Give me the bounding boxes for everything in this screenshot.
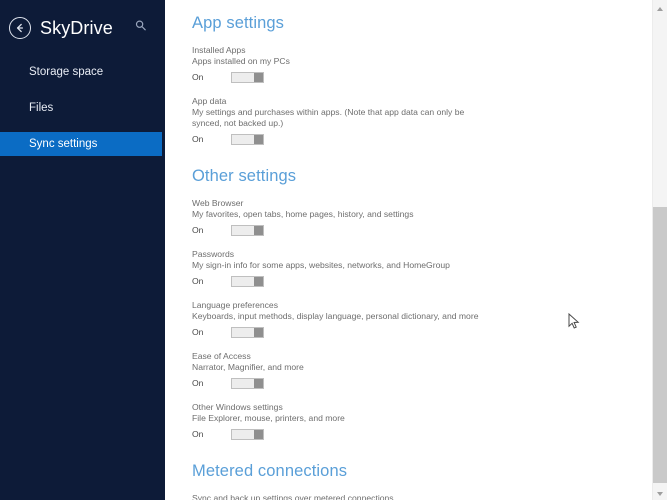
toggle-state-label: On xyxy=(192,327,204,337)
toggle-web-browser[interactable] xyxy=(231,225,264,236)
app-title: SkyDrive xyxy=(40,17,113,38)
toggle-passwords[interactable] xyxy=(231,276,264,287)
scroll-down-button[interactable] xyxy=(653,485,667,500)
setting-language-preferences: Language preferences Keyboards, input me… xyxy=(192,300,492,338)
toggle-app-data[interactable] xyxy=(231,134,264,145)
toggle-knob xyxy=(254,135,263,144)
scrollbar-thumb[interactable] xyxy=(653,207,667,483)
toggle-state-label: On xyxy=(192,429,204,439)
scroll-up-arrow-icon xyxy=(656,0,664,17)
sidebar-header: SkyDrive xyxy=(0,0,162,56)
setting-description: Keyboards, input methods, display langua… xyxy=(192,311,479,321)
toggle-row: On xyxy=(192,225,492,236)
toggle-state-label: On xyxy=(192,276,204,286)
toggle-row: On xyxy=(192,327,492,338)
setting-other-windows-settings: Other Windows settings File Explorer, mo… xyxy=(192,402,492,440)
toggle-knob xyxy=(254,277,263,286)
setting-description: My sign-in info for some apps, websites,… xyxy=(192,260,450,270)
setting-installed-apps: Installed Apps Apps installed on my PCs … xyxy=(192,45,492,83)
toggle-state-label: On xyxy=(192,72,204,82)
toggle-row: On xyxy=(192,378,492,389)
toggle-row: On xyxy=(192,429,492,440)
section-title-metered-connections: Metered connections xyxy=(192,462,348,480)
search-icon xyxy=(134,19,148,38)
setting-name: Other Windows settings xyxy=(192,402,283,412)
sidebar: SkyDrive Storage space Files Sync settin… xyxy=(0,0,162,500)
sidebar-item-files[interactable]: Files xyxy=(0,96,162,120)
setting-description: Apps installed on my PCs xyxy=(192,56,290,66)
scroll-up-button[interactable] xyxy=(653,0,667,15)
toggle-installed-apps[interactable] xyxy=(231,72,264,83)
toggle-language-preferences[interactable] xyxy=(231,327,264,338)
sidebar-item-label: Files xyxy=(29,102,54,114)
setting-name: Sync and back up settings over metered c… xyxy=(192,493,394,500)
sidebar-item-label: Storage space xyxy=(29,66,104,78)
back-arrow-icon xyxy=(14,22,26,34)
setting-name: App data xyxy=(192,96,227,106)
setting-ease-of-access: Ease of Access Narrator, Magnifier, and … xyxy=(192,351,492,389)
back-button[interactable] xyxy=(9,17,31,39)
sidebar-nav: Storage space Files Sync settings xyxy=(0,60,162,156)
sidebar-item-label: Sync settings xyxy=(29,138,98,150)
setting-web-browser: Web Browser My favorites, open tabs, hom… xyxy=(192,198,492,236)
section-title-app-settings: App settings xyxy=(192,14,285,32)
sidebar-item-storage-space[interactable]: Storage space xyxy=(0,60,162,84)
section-title-other-settings: Other settings xyxy=(192,167,297,185)
toggle-state-label: On xyxy=(192,225,204,235)
toggle-state-label: On xyxy=(192,134,204,144)
toggle-other-windows-settings[interactable] xyxy=(231,429,264,440)
toggle-knob xyxy=(254,226,263,235)
skydrive-sync-settings-screen: SkyDrive Storage space Files Sync settin… xyxy=(0,0,667,500)
setting-description: My settings and purchases within apps. (… xyxy=(192,107,465,128)
setting-name: Installed Apps xyxy=(192,45,246,55)
setting-name: Language preferences xyxy=(192,300,279,310)
toggle-row: On xyxy=(192,72,492,83)
setting-description: File Explorer, mouse, printers, and more xyxy=(192,413,345,423)
setting-name: Web Browser xyxy=(192,198,244,208)
setting-description: My favorites, open tabs, home pages, his… xyxy=(192,209,414,219)
settings-scroll-region: App settings Installed Apps Apps install… xyxy=(165,0,652,500)
toggle-knob xyxy=(254,379,263,388)
vertical-scrollbar[interactable] xyxy=(652,0,667,500)
setting-passwords: Passwords My sign-in info for some apps,… xyxy=(192,249,492,287)
toggle-state-label: On xyxy=(192,378,204,388)
setting-description: Narrator, Magnifier, and more xyxy=(192,362,304,372)
sidebar-item-sync-settings[interactable]: Sync settings xyxy=(0,132,162,156)
search-button[interactable] xyxy=(132,19,150,37)
setting-app-data: App data My settings and purchases withi… xyxy=(192,96,492,145)
toggle-knob xyxy=(254,430,263,439)
toggle-ease-of-access[interactable] xyxy=(231,378,264,389)
content-area: App settings Installed Apps Apps install… xyxy=(165,0,667,500)
toggle-knob xyxy=(254,73,263,82)
scroll-down-arrow-icon xyxy=(656,484,664,500)
toggle-knob xyxy=(254,328,263,337)
setting-name: Ease of Access xyxy=(192,351,251,361)
setting-metered-sync: Sync and back up settings over metered c… xyxy=(192,493,492,500)
setting-name: Passwords xyxy=(192,249,235,259)
toggle-row: On xyxy=(192,276,492,287)
toggle-row: On xyxy=(192,134,492,145)
